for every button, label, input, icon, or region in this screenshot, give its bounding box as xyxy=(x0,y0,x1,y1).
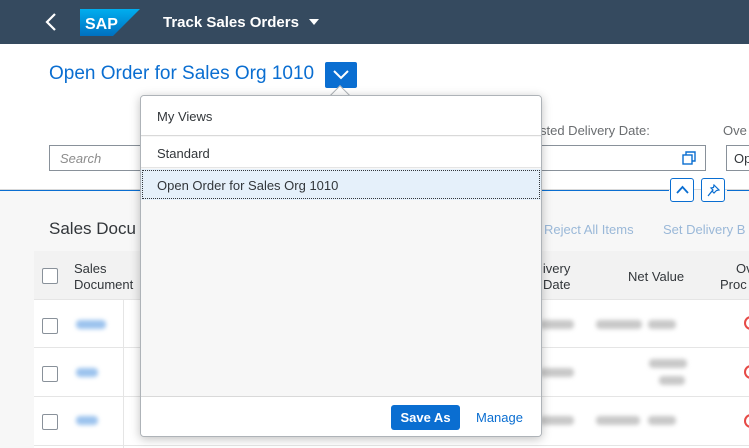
pin-icon xyxy=(707,184,720,197)
collapse-header-icon xyxy=(676,185,689,194)
blurred-value xyxy=(596,416,640,425)
variant-item-label: Open Order for Sales Org 1010 xyxy=(157,178,339,193)
variant-management-popover: My Views Standard Open Order for Sales O… xyxy=(140,95,542,437)
table-title: Sales Docu xyxy=(49,219,136,238)
save-as-button[interactable]: Save As xyxy=(391,405,460,430)
row-checkbox[interactable] xyxy=(42,414,58,430)
value-help-icon[interactable] xyxy=(682,151,697,171)
reject-all-items-button[interactable]: Reject All Items xyxy=(544,222,634,237)
blurred-value xyxy=(540,320,574,329)
caret-down-icon xyxy=(309,19,320,26)
requested-delivery-label: sted Delivery Date: xyxy=(540,123,650,138)
sap-logo-text: SAP xyxy=(85,16,118,33)
manage-button[interactable]: Manage xyxy=(476,410,523,425)
blurred-value xyxy=(540,368,574,377)
requested-delivery-field[interactable] xyxy=(540,145,706,171)
back-arrow-icon[interactable] xyxy=(44,12,58,32)
blurred-document-number[interactable] xyxy=(76,368,98,377)
column-header-text: Proc xyxy=(720,277,747,292)
column-header-text: Document xyxy=(74,277,134,292)
pin-header-button[interactable] xyxy=(701,178,725,202)
header-divider xyxy=(727,190,749,191)
row-checkbox[interactable] xyxy=(42,318,58,334)
variant-select-button[interactable] xyxy=(325,62,357,88)
select-all-checkbox[interactable] xyxy=(42,268,58,284)
overall-status-value: Op xyxy=(734,151,749,166)
blurred-value xyxy=(659,376,685,385)
variant-item-label: Standard xyxy=(157,146,210,161)
column-header-sales-document[interactable]: Sales Document xyxy=(74,261,133,293)
column-header-text: Sales xyxy=(74,261,107,276)
row-checkbox[interactable] xyxy=(42,366,58,382)
popover-header: My Views xyxy=(141,96,541,136)
popover-footer: Save As Manage xyxy=(141,396,541,436)
collapse-header-button[interactable] xyxy=(670,178,694,202)
column-header-delivery-date[interactable]: livery Date xyxy=(540,261,570,293)
chevron-down-icon xyxy=(333,70,349,80)
blurred-value xyxy=(540,416,574,425)
popover-title: My Views xyxy=(157,109,213,124)
set-delivery-block-button[interactable]: Set Delivery B xyxy=(663,222,745,237)
blurred-value xyxy=(648,416,676,425)
column-header-text: livery xyxy=(540,261,571,276)
column-header-text: Date xyxy=(543,277,571,292)
variant-item-open-order[interactable]: Open Order for Sales Org 1010 xyxy=(141,169,541,200)
app-title: Track Sales Orders xyxy=(163,14,299,31)
overall-status-label: Ove xyxy=(723,123,747,138)
variant-item-standard[interactable]: Standard xyxy=(141,137,541,168)
column-header-text: Ov xyxy=(736,261,749,276)
blurred-document-number[interactable] xyxy=(76,320,106,329)
column-header-net-value[interactable]: Net Value xyxy=(628,269,684,285)
status-error-icon xyxy=(744,365,749,379)
status-error-icon xyxy=(744,414,749,428)
app-title-menu[interactable]: Track Sales Orders xyxy=(163,14,320,31)
column-header-overall-status[interactable]: Ov Proc xyxy=(720,261,749,293)
blurred-value xyxy=(596,320,642,329)
variant-title[interactable]: Open Order for Sales Org 1010 xyxy=(49,63,314,85)
search-input[interactable]: Search xyxy=(49,145,149,171)
blurred-document-number[interactable] xyxy=(76,416,98,425)
blurred-value xyxy=(649,359,687,368)
blurred-value xyxy=(648,320,676,329)
status-error-icon xyxy=(744,316,749,330)
overall-status-field[interactable]: Op xyxy=(726,145,749,171)
shell-bar: SAP Track Sales Orders xyxy=(0,0,749,44)
sap-logo[interactable]: SAP xyxy=(80,9,140,36)
